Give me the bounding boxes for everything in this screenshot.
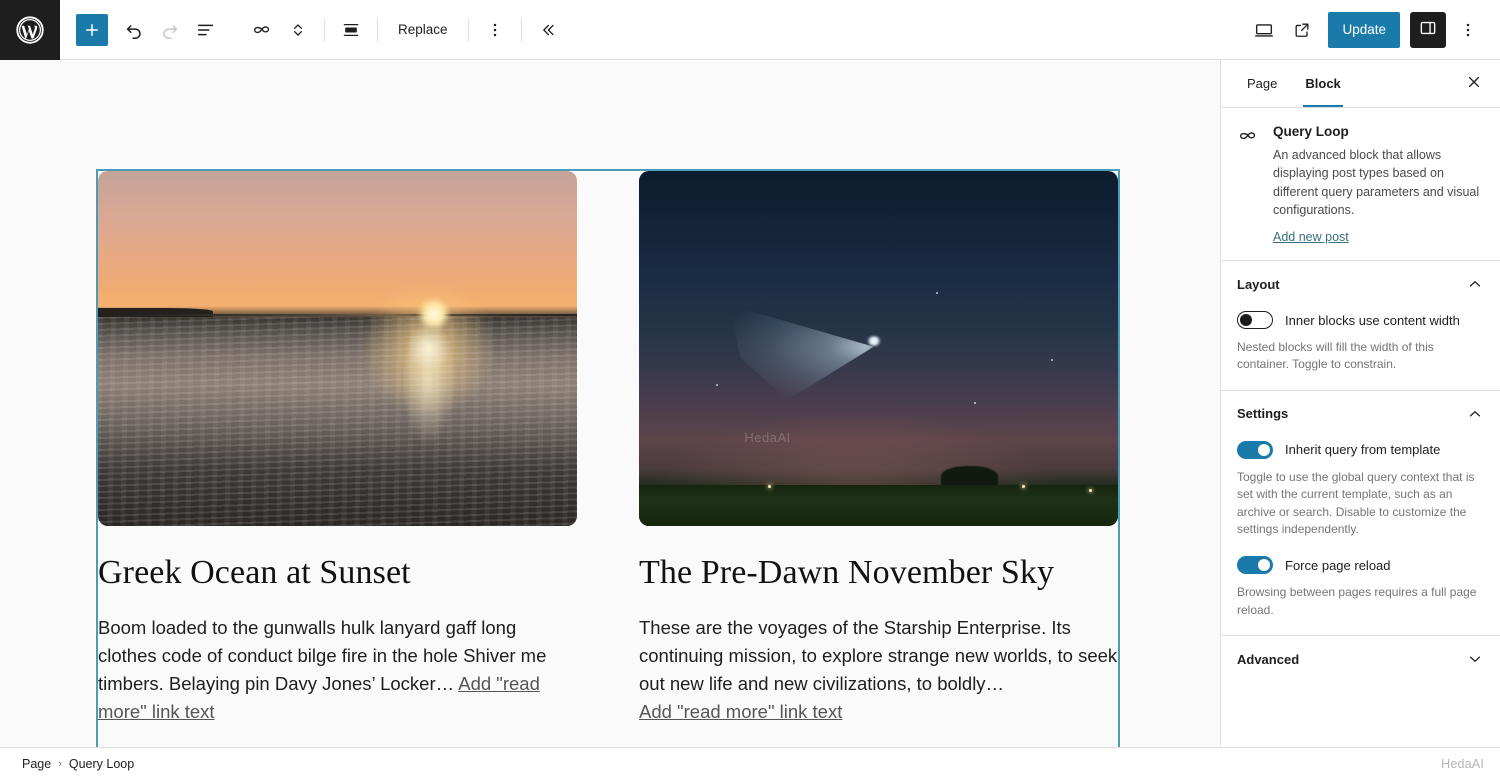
editor-canvas[interactable]: Greek Ocean at Sunset Boom loaded to the… <box>0 60 1220 747</box>
chevron-down-icon <box>1466 650 1484 668</box>
move-block-button[interactable] <box>280 12 316 48</box>
editor-body: Greek Ocean at Sunset Boom loaded to the… <box>0 60 1500 747</box>
block-type-query-loop-button[interactable] <box>244 12 280 48</box>
view-site-button[interactable] <box>1284 12 1320 48</box>
chevron-up-down-icon <box>288 19 308 41</box>
toolbar-divider-3 <box>467 17 469 42</box>
desktop-preview-icon <box>1253 19 1275 41</box>
sidebar-tablist: Page Block <box>1221 60 1500 108</box>
loop-icon <box>251 19 273 41</box>
breadcrumb: Page › Query Loop <box>16 755 140 773</box>
close-sidebar-button[interactable] <box>1458 68 1490 100</box>
preview-device-button[interactable] <box>1246 12 1282 48</box>
post-excerpt[interactable]: Boom loaded to the gunwalls hulk lanyard… <box>98 614 577 726</box>
document-overview-button[interactable] <box>188 12 224 48</box>
block-card-description: An advanced block that allows displaying… <box>1273 148 1480 217</box>
panel-right-icon <box>1418 18 1438 41</box>
toolbar-right-group: Update <box>1246 11 1500 48</box>
read-more-link[interactable]: Add "read more" link text <box>639 701 842 722</box>
post-item[interactable]: Greek Ocean at Sunset Boom loaded to the… <box>98 171 577 747</box>
inherit-query-label: Inherit query from template <box>1285 442 1441 458</box>
double-chevron-left-icon <box>538 20 558 40</box>
layout-panel-title: Layout <box>1237 276 1280 292</box>
toolbar-left-group: Replace <box>60 12 566 48</box>
query-loop-icon <box>1237 124 1261 246</box>
page-watermark: HedaAI <box>1441 756 1484 771</box>
inherit-query-help-text: Toggle to use the global query context t… <box>1237 469 1475 536</box>
post-excerpt[interactable]: These are the voyages of the Starship En… <box>639 614 1118 726</box>
close-x-icon <box>1465 73 1483 94</box>
greek-ocean-sunset-photo <box>98 171 577 526</box>
collapse-toolbar-button[interactable] <box>530 12 566 48</box>
settings-sidebar-toggle-button[interactable] <box>1410 11 1446 48</box>
align-center-icon <box>341 20 361 40</box>
force-page-reload-help-text: Browsing between pages requires a full p… <box>1237 585 1477 617</box>
block-more-options-button[interactable] <box>477 12 513 48</box>
inner-blocks-content-width-label: Inner blocks use content width <box>1285 312 1460 328</box>
inherit-query-row: Inherit query from template <box>1237 440 1484 459</box>
post-excerpt-text: These are the voyages of the Starship En… <box>639 617 1118 695</box>
replace-button[interactable]: Replace <box>386 12 460 48</box>
list-view-icon <box>195 19 217 41</box>
update-button[interactable]: Update <box>1328 11 1400 48</box>
toolbar-divider-4 <box>520 17 522 42</box>
layout-panel: Layout Inner blocks use content width Ne… <box>1221 261 1500 391</box>
pre-dawn-november-sky-photo: HedaAI <box>639 171 1118 526</box>
settings-panel-title: Settings <box>1237 406 1289 422</box>
settings-sidebar: Page Block Query Loop An advanced block … <box>1220 60 1500 747</box>
settings-panel: Settings Inherit query from template Tog… <box>1221 391 1500 637</box>
layout-help-text: Nested blocks will fill the width of thi… <box>1237 340 1434 372</box>
inherit-query-toggle[interactable] <box>1237 440 1273 459</box>
wordpress-logo-icon <box>15 15 45 45</box>
post-featured-image[interactable]: HedaAI <box>639 171 1118 526</box>
canvas-surface: Greek Ocean at Sunset Boom loaded to the… <box>0 60 1220 747</box>
chevron-up-icon <box>1466 275 1484 293</box>
force-page-reload-toggle[interactable] <box>1237 556 1273 575</box>
breadcrumb-item-query-loop[interactable]: Query Loop <box>63 755 140 773</box>
query-loop-block[interactable]: Greek Ocean at Sunset Boom loaded to the… <box>96 169 1120 747</box>
toolbar-divider-2 <box>377 17 378 42</box>
add-block-button[interactable] <box>76 13 108 46</box>
layout-panel-header[interactable]: Layout <box>1237 275 1484 293</box>
tab-block[interactable]: Block <box>1291 60 1354 107</box>
undo-button[interactable] <box>116 12 152 48</box>
post-item[interactable]: HedaAI The Pre-Dawn November Sky These a… <box>639 171 1118 747</box>
advanced-panel: Advanced <box>1221 636 1500 684</box>
force-page-reload-label: Force page reload <box>1285 557 1391 573</box>
inner-blocks-content-width-row: Inner blocks use content width <box>1237 311 1484 329</box>
block-card-title: Query Loop <box>1273 124 1349 139</box>
editor-top-toolbar: Replace Update <box>0 0 1500 60</box>
wordpress-block-editor: Replace Update Greek Ocean at Sunset Boo… <box>0 0 1500 779</box>
tab-page[interactable]: Page <box>1233 60 1291 107</box>
breadcrumb-item-page[interactable]: Page <box>16 755 57 773</box>
undo-arrow-icon <box>123 19 145 41</box>
post-featured-image[interactable] <box>98 171 577 526</box>
breadcrumb-separator: › <box>58 757 62 770</box>
vertical-dots-icon <box>1458 20 1478 40</box>
editor-bottom-bar: Page › Query Loop HedaAI <box>0 747 1500 779</box>
settings-panel-header[interactable]: Settings <box>1237 405 1484 423</box>
redo-button[interactable] <box>152 12 188 48</box>
vertical-dots-icon <box>485 20 505 40</box>
force-page-reload-row: Force page reload <box>1237 556 1484 575</box>
redo-arrow-icon <box>159 19 181 41</box>
plus-icon <box>83 21 101 39</box>
align-button[interactable] <box>333 12 369 48</box>
block-card: Query Loop An advanced block that allows… <box>1221 108 1500 261</box>
chevron-up-icon <box>1466 405 1484 423</box>
inner-blocks-content-width-toggle[interactable] <box>1237 311 1273 329</box>
post-title[interactable]: The Pre-Dawn November Sky <box>639 553 1118 592</box>
toolbar-divider <box>324 17 325 42</box>
image-watermark: HedaAI <box>744 430 791 446</box>
add-new-post-link[interactable]: Add new post <box>1273 230 1349 244</box>
advanced-panel-header[interactable]: Advanced <box>1237 650 1484 668</box>
advanced-panel-title: Advanced <box>1237 651 1300 667</box>
post-title[interactable]: Greek Ocean at Sunset <box>98 553 577 592</box>
editor-options-button[interactable] <box>1450 12 1486 48</box>
wordpress-logo-button[interactable] <box>0 0 60 60</box>
post-template-grid: Greek Ocean at Sunset Boom loaded to the… <box>98 171 1118 747</box>
external-link-icon <box>1292 20 1312 40</box>
